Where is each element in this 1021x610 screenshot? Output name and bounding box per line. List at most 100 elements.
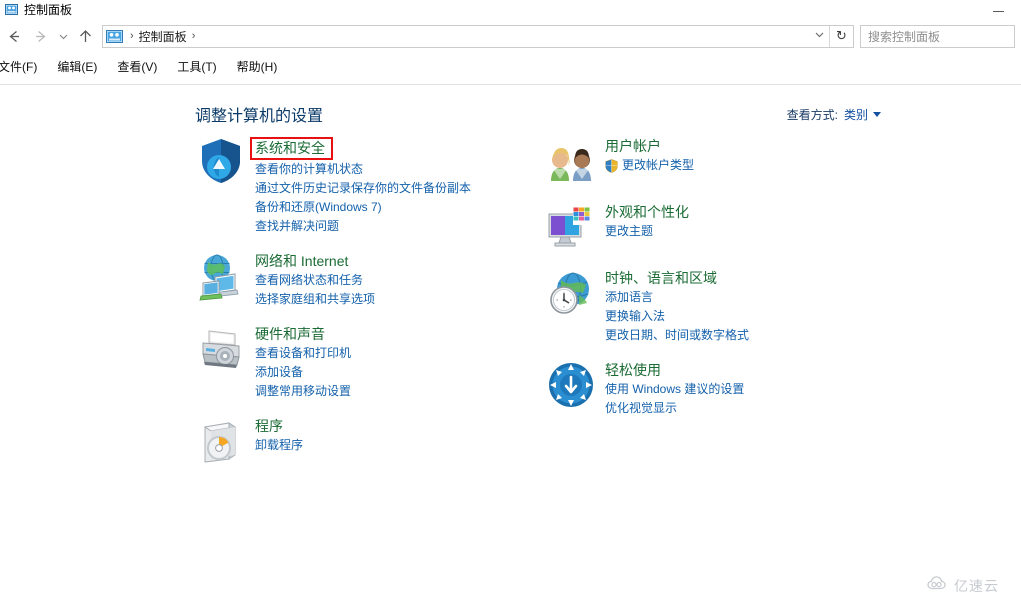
breadcrumb-separator[interactable]: › <box>130 30 134 42</box>
category-title-link[interactable]: 网络和 Internet <box>255 252 348 271</box>
sub-link-label: 查找并解决问题 <box>255 219 340 233</box>
category-sub-link[interactable]: 查找并解决问题 <box>255 217 471 236</box>
address-bar[interactable]: › 控制面板 › ↻ <box>102 24 854 48</box>
refresh-icon: ↻ <box>836 28 847 43</box>
category-title-link[interactable]: 时钟、语言和区域 <box>605 269 717 288</box>
sub-link-label: 查看网络状态和任务 <box>255 273 364 287</box>
view-by-label: 查看方式: <box>786 108 838 122</box>
page-title: 调整计算机的设置 <box>195 108 324 125</box>
category-sub-link[interactable]: 更改日期、时间或数字格式 <box>605 326 749 345</box>
category-body: 硬件和声音查看设备和打印机 添加设备调整常用移动设置 <box>255 323 351 401</box>
minimize-button[interactable] <box>976 0 1021 19</box>
printer-hardware-icon[interactable] <box>195 323 247 375</box>
search-box[interactable]: 搜索控制面板 <box>860 24 1015 48</box>
category-sub-link[interactable]: 添加语言 <box>605 288 749 307</box>
category-title-link[interactable]: 系统和安全 <box>250 137 333 160</box>
category-sub-link[interactable]: 添加设备 <box>255 363 351 382</box>
category-sub-link[interactable]: 更改主题 <box>605 222 689 241</box>
title-bar: 控制面板 <box>0 0 1021 19</box>
menu-item-help[interactable]: 帮助(H) <box>227 59 288 75</box>
forward-button[interactable] <box>27 23 53 49</box>
recent-locations-button[interactable] <box>53 23 73 49</box>
category-title-link[interactable]: 外观和个性化 <box>605 203 689 222</box>
sub-link-label: 选择家庭组和共享选项 <box>255 292 376 306</box>
category-sub-link[interactable]: 使用 Windows 建议的设置 <box>605 380 744 399</box>
sub-link-label: 更改帐户类型 <box>622 158 695 172</box>
user-accounts-icon[interactable] <box>545 135 597 187</box>
category-title-link[interactable]: 硬件和声音 <box>255 325 325 344</box>
menu-item-view[interactable]: 查看(V) <box>107 59 167 75</box>
category-clock-globe: 时钟、语言和区域添加语言更换输入法更改日期、时间或数字格式 <box>545 267 895 345</box>
category-sub-link[interactable]: 备份和还原(Windows 7) <box>255 198 471 217</box>
category-sub-link[interactable]: 优化视觉显示 <box>605 399 744 418</box>
category-title-link[interactable]: 用户帐户 <box>605 137 661 156</box>
category-body: 轻松使用使用 Windows 建议的设置 优化视觉显示 <box>605 359 744 418</box>
category-sub-link[interactable]: 更换输入法 <box>605 307 749 326</box>
sub-link-label: 更改日期、时间或数字格式 <box>605 328 750 342</box>
category-sub-link[interactable]: 调整常用移动设置 <box>255 382 351 401</box>
category-title-row: 用户帐户 <box>605 137 694 156</box>
window-controls <box>976 0 1021 19</box>
sub-link-label: 添加语言 <box>605 290 654 304</box>
view-by-value[interactable]: 类别 <box>844 106 868 123</box>
forward-arrow-icon <box>32 28 49 45</box>
category-title-row: 时钟、语言和区域 <box>605 269 749 288</box>
category-title-link[interactable]: 程序 <box>255 417 283 436</box>
cloud-logo-icon <box>927 575 949 596</box>
sub-link-label: 优化视觉显示 <box>605 401 678 415</box>
category-programs-disc: 程序 卸载程序 <box>195 415 545 467</box>
category-appearance-monitor: 外观和个性化 更改主题 <box>545 201 895 253</box>
appearance-monitor-icon[interactable] <box>545 201 597 253</box>
chevron-down-icon <box>58 31 69 42</box>
breadcrumb-path[interactable]: 控制面板 <box>139 28 187 45</box>
category-column-left: 系统和安全查看你的计算机状态通过文件历史记录保存你的文件备份副本备份和还原(Wi… <box>195 135 545 481</box>
clock-globe-icon[interactable] <box>545 267 597 319</box>
network-globe-icon[interactable] <box>195 250 247 302</box>
control-panel-icon[interactable] <box>106 29 123 44</box>
address-dropdown-button[interactable] <box>809 26 829 47</box>
back-arrow-icon <box>6 28 23 45</box>
shield-security-icon[interactable] <box>195 135 247 187</box>
category-sub-link[interactable]: 卸载程序 <box>255 436 303 455</box>
category-ease-of-access: 轻松使用使用 Windows 建议的设置 优化视觉显示 <box>545 359 895 418</box>
watermark: 亿速云 <box>927 575 999 596</box>
ease-of-access-icon[interactable] <box>545 359 597 411</box>
programs-disc-icon[interactable] <box>195 415 247 467</box>
breadcrumb-separator-trailing[interactable]: › <box>192 30 196 42</box>
category-sub-link[interactable]: 查看你的计算机状态 <box>255 160 471 179</box>
category-sub-link[interactable]: 更改帐户类型 <box>605 156 694 175</box>
chevron-down-icon[interactable] <box>873 112 881 117</box>
category-body: 程序 卸载程序 <box>255 415 303 455</box>
category-title-row: 网络和 Internet <box>255 252 375 271</box>
category-body: 时钟、语言和区域添加语言更换输入法更改日期、时间或数字格式 <box>605 267 749 345</box>
view-by-control[interactable]: 查看方式: 类别 <box>787 106 881 123</box>
category-sub-link[interactable]: 查看设备和打印机 <box>255 344 351 363</box>
menu-item-file[interactable]: 文件(F) <box>0 59 47 75</box>
category-title-row: 硬件和声音 <box>255 325 351 344</box>
sub-link-label: 添加设备 <box>255 365 304 379</box>
sub-link-label: 备份和还原(Windows 7) <box>255 200 382 214</box>
search-input[interactable]: 搜索控制面板 <box>868 28 940 45</box>
up-arrow-icon <box>77 28 94 45</box>
sub-link-label: 调整常用移动设置 <box>255 384 352 398</box>
category-sub-link[interactable]: 通过文件历史记录保存你的文件备份副本 <box>255 179 471 198</box>
navigation-bar: › 控制面板 › ↻ 搜索控制面板 <box>0 19 1021 53</box>
sub-link-label: 查看你的计算机状态 <box>255 162 364 176</box>
category-body: 网络和 Internet 查看网络状态和任务 选择家庭组和共享选项 <box>255 250 375 309</box>
sub-link-label: 使用 Windows 建议的设置 <box>605 382 745 396</box>
menu-item-tools[interactable]: 工具(T) <box>167 59 226 75</box>
up-button[interactable] <box>73 23 97 49</box>
refresh-button[interactable]: ↻ <box>829 25 853 47</box>
content-area: 调整计算机的设置 查看方式: 类别 系统和安全查看你的计算机状态通过文件历史记录… <box>0 85 1021 610</box>
category-sub-link[interactable]: 选择家庭组和共享选项 <box>255 290 375 309</box>
menu-item-edit[interactable]: 编辑(E) <box>47 59 107 75</box>
category-network-globe: 网络和 Internet 查看网络状态和任务 选择家庭组和共享选项 <box>195 250 545 309</box>
back-button[interactable] <box>1 23 27 49</box>
category-body: 外观和个性化 更改主题 <box>605 201 689 241</box>
sub-link-label: 查看设备和打印机 <box>255 346 352 360</box>
category-title-row: 程序 <box>255 417 303 436</box>
menu-bar: 文件(F) 编辑(E) 查看(V) 工具(T) 帮助(H) <box>0 56 1021 78</box>
category-title-link[interactable]: 轻松使用 <box>605 361 661 380</box>
category-shield-security: 系统和安全查看你的计算机状态通过文件历史记录保存你的文件备份副本备份和还原(Wi… <box>195 135 545 236</box>
category-sub-link[interactable]: 查看网络状态和任务 <box>255 271 375 290</box>
